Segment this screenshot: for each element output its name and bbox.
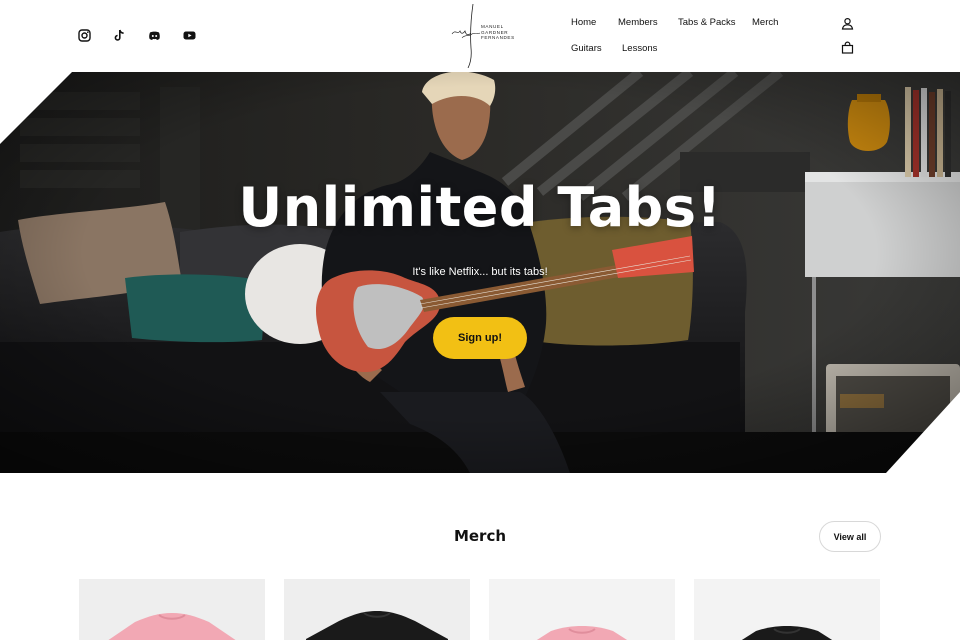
user-icon[interactable] xyxy=(841,17,854,30)
hoodie-black-image xyxy=(741,626,833,640)
product-card-3[interactable] xyxy=(489,579,675,640)
hoodie-pink-image xyxy=(536,626,628,640)
tshirt-pink-image xyxy=(108,613,236,640)
bag-icon[interactable] xyxy=(841,41,854,54)
nav-tabs-packs[interactable]: Tabs & Packs xyxy=(678,17,736,28)
nav-lessons[interactable]: Lessons xyxy=(622,43,657,54)
logo-line-3: FERNANDES xyxy=(481,35,515,41)
nav-guitars[interactable]: Guitars xyxy=(571,43,602,54)
nav-merch[interactable]: Merch xyxy=(752,17,778,28)
product-card-4[interactable] xyxy=(694,579,880,640)
product-card-1[interactable] xyxy=(79,579,265,640)
nav-members[interactable]: Members xyxy=(618,17,658,28)
nav-home[interactable]: Home xyxy=(571,17,596,28)
site-header: MANUEL GARDNER FERNANDES Home Members Ta… xyxy=(0,0,960,72)
discord-icon[interactable] xyxy=(148,29,161,42)
hero-banner: Unlimited Tabs! It's like Netflix... but… xyxy=(0,72,960,473)
hero-subtitle: It's like Netflix... but its tabs! xyxy=(412,266,548,278)
logo-wordmark: MANUEL GARDNER FERNANDES xyxy=(481,24,515,41)
sign-up-button[interactable]: Sign up! xyxy=(433,317,527,359)
merch-section-title: Merch xyxy=(453,527,507,545)
youtube-icon[interactable] xyxy=(183,29,196,42)
view-all-button[interactable]: View all xyxy=(819,521,881,552)
product-card-2[interactable] xyxy=(284,579,470,640)
tiktok-icon[interactable] xyxy=(113,29,126,42)
social-links xyxy=(78,29,196,42)
instagram-icon[interactable] xyxy=(78,29,91,42)
hero-title: Unlimited Tabs! xyxy=(238,176,722,239)
tshirt-black-image xyxy=(306,611,448,640)
